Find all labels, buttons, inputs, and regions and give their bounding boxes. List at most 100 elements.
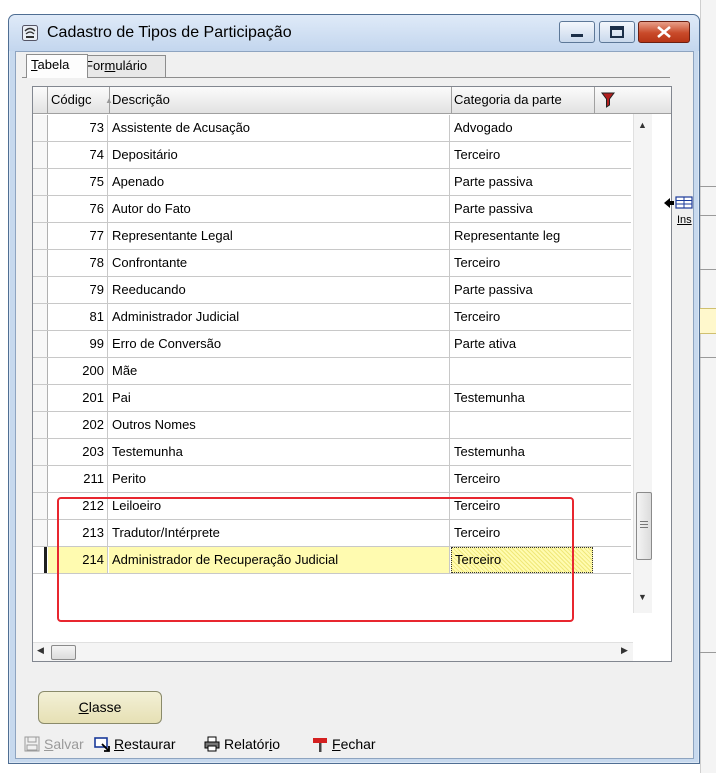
salvar-button[interactable]: Salvar: [24, 734, 86, 754]
cell-descricao[interactable]: Depositário: [109, 142, 450, 168]
vertical-scrollbar[interactable]: ▲ ▼: [633, 114, 652, 613]
table-row[interactable]: 213 Tradutor/Intérprete Terceiro: [33, 520, 631, 547]
column-header-categoria[interactable]: Categoria da parte: [451, 87, 595, 113]
cell-categoria[interactable]: Parte ativa: [451, 331, 591, 357]
cell-descricao[interactable]: Outros Nomes: [109, 412, 450, 438]
cell-categoria[interactable]: Terceiro: [451, 250, 591, 276]
row-indicator[interactable]: [33, 304, 48, 330]
vertical-scroll-thumb[interactable]: [636, 492, 652, 560]
cell-codigo[interactable]: 77: [48, 223, 108, 249]
tab-tabela[interactable]: Tabela: [26, 54, 88, 78]
cell-descricao[interactable]: Tradutor/Intérprete: [109, 520, 450, 546]
row-indicator[interactable]: [33, 115, 48, 141]
fechar-button[interactable]: Fechar: [312, 734, 382, 754]
tab-formulario[interactable]: Formulário: [80, 55, 166, 77]
row-indicator[interactable]: [33, 142, 48, 168]
cell-categoria[interactable]: Advogado: [451, 115, 591, 141]
table-row[interactable]: 202 Outros Nomes: [33, 412, 631, 439]
filter-icon[interactable]: [601, 92, 615, 108]
row-indicator[interactable]: [33, 223, 48, 249]
cell-codigo[interactable]: 203: [48, 439, 108, 465]
table-row[interactable]: 211 Perito Terceiro: [33, 466, 631, 493]
row-indicator[interactable]: [33, 196, 48, 222]
relatorio-button[interactable]: Relatório: [204, 734, 302, 754]
cell-categoria[interactable]: Terceiro: [451, 142, 591, 168]
table-row[interactable]: 203 Testemunha Testemunha: [33, 439, 631, 466]
cell-descricao[interactable]: Administrador Judicial: [109, 304, 450, 330]
cell-descricao[interactable]: Autor do Fato: [109, 196, 450, 222]
cell-categoria[interactable]: [451, 412, 591, 438]
cell-categoria[interactable]: Parte passiva: [451, 196, 591, 222]
table-row[interactable]: 74 Depositário Terceiro: [33, 142, 631, 169]
horizontal-scrollbar[interactable]: ◀ ▶: [33, 642, 633, 661]
cell-descricao[interactable]: Confrontante: [109, 250, 450, 276]
row-indicator[interactable]: [44, 547, 47, 573]
row-indicator[interactable]: [33, 493, 48, 519]
table-row[interactable]: 73 Assistente de Acusação Advogado: [33, 115, 631, 142]
horizontal-scroll-thumb[interactable]: [51, 645, 76, 660]
row-indicator[interactable]: [33, 439, 48, 465]
cell-codigo[interactable]: 211: [48, 466, 108, 492]
table-row[interactable]: 78 Confrontante Terceiro: [33, 250, 631, 277]
cell-codigo[interactable]: 75: [48, 169, 108, 195]
row-indicator[interactable]: [33, 169, 48, 195]
table-row[interactable]: 212 Leiloeiro Terceiro: [33, 493, 631, 520]
cell-categoria[interactable]: Terceiro: [451, 304, 591, 330]
table-row[interactable]: 201 Pai Testemunha: [33, 385, 631, 412]
cell-categoria[interactable]: Parte passiva: [451, 277, 591, 303]
cell-categoria[interactable]: Terceiro: [451, 466, 591, 492]
cell-codigo[interactable]: 73: [48, 115, 108, 141]
column-header-descricao[interactable]: Descrição: [109, 87, 452, 113]
table-row[interactable]: 76 Autor do Fato Parte passiva: [33, 196, 631, 223]
table-row[interactable]: 200 Mãe: [33, 358, 631, 385]
row-indicator[interactable]: [33, 331, 48, 357]
cell-codigo[interactable]: 214: [48, 547, 108, 573]
maximize-button[interactable]: [599, 21, 635, 43]
cell-descricao[interactable]: Perito: [109, 466, 450, 492]
scroll-left-arrow-icon[interactable]: ◀: [37, 645, 44, 656]
cell-descricao[interactable]: Administrador de Recuperação Judicial: [109, 547, 450, 573]
scroll-right-arrow-icon[interactable]: ▶: [621, 645, 628, 656]
cell-codigo[interactable]: 74: [48, 142, 108, 168]
column-header-codigo[interactable]: Códigc: [48, 87, 110, 113]
title-bar[interactable]: Cadastro de Tipos de Participação: [9, 15, 699, 51]
cell-descricao[interactable]: Assistente de Acusação: [109, 115, 450, 141]
classe-button[interactable]: Classe: [38, 691, 162, 724]
scroll-down-arrow-icon[interactable]: ▼: [638, 592, 647, 602]
row-indicator[interactable]: [33, 466, 48, 492]
cell-codigo[interactable]: 76: [48, 196, 108, 222]
cell-descricao[interactable]: Apenado: [109, 169, 450, 195]
cell-codigo[interactable]: 79: [48, 277, 108, 303]
cell-descricao[interactable]: Erro de Conversão: [109, 331, 450, 357]
row-indicator[interactable]: [33, 385, 48, 411]
table-row[interactable]: 99 Erro de Conversão Parte ativa: [33, 331, 631, 358]
cell-categoria[interactable]: [451, 358, 591, 384]
minimize-button[interactable]: [559, 21, 595, 43]
cell-codigo[interactable]: 212: [48, 493, 108, 519]
cell-categoria[interactable]: Testemunha: [451, 439, 591, 465]
cell-codigo[interactable]: 99: [48, 331, 108, 357]
cell-descricao[interactable]: Leiloeiro: [109, 493, 450, 519]
cell-descricao[interactable]: Pai: [109, 385, 450, 411]
cell-categoria[interactable]: Representante leg: [451, 223, 591, 249]
restaurar-button[interactable]: Restaurar: [94, 734, 196, 754]
cell-descricao[interactable]: Representante Legal: [109, 223, 450, 249]
cell-codigo[interactable]: 81: [48, 304, 108, 330]
cell-categoria[interactable]: Terceiro: [451, 520, 591, 546]
cell-descricao[interactable]: Testemunha: [109, 439, 450, 465]
row-indicator[interactable]: [33, 277, 48, 303]
cell-descricao[interactable]: Reeducando: [109, 277, 450, 303]
cell-categoria[interactable]: Terceiro: [451, 493, 591, 519]
cell-codigo[interactable]: 78: [48, 250, 108, 276]
cell-categoria[interactable]: Terceiro: [451, 547, 593, 573]
insert-button[interactable]: Ins: [662, 195, 702, 231]
cell-descricao[interactable]: Mãe: [109, 358, 450, 384]
row-indicator[interactable]: [33, 412, 48, 438]
table-row[interactable]: 79 Reeducando Parte passiva: [33, 277, 631, 304]
row-indicator[interactable]: [33, 250, 48, 276]
cell-categoria[interactable]: Parte passiva: [451, 169, 591, 195]
cell-codigo[interactable]: 213: [48, 520, 108, 546]
table-row[interactable]: 214 Administrador de Recuperação Judicial…: [33, 547, 631, 574]
cell-codigo[interactable]: 200: [48, 358, 108, 384]
cell-codigo[interactable]: 201: [48, 385, 108, 411]
